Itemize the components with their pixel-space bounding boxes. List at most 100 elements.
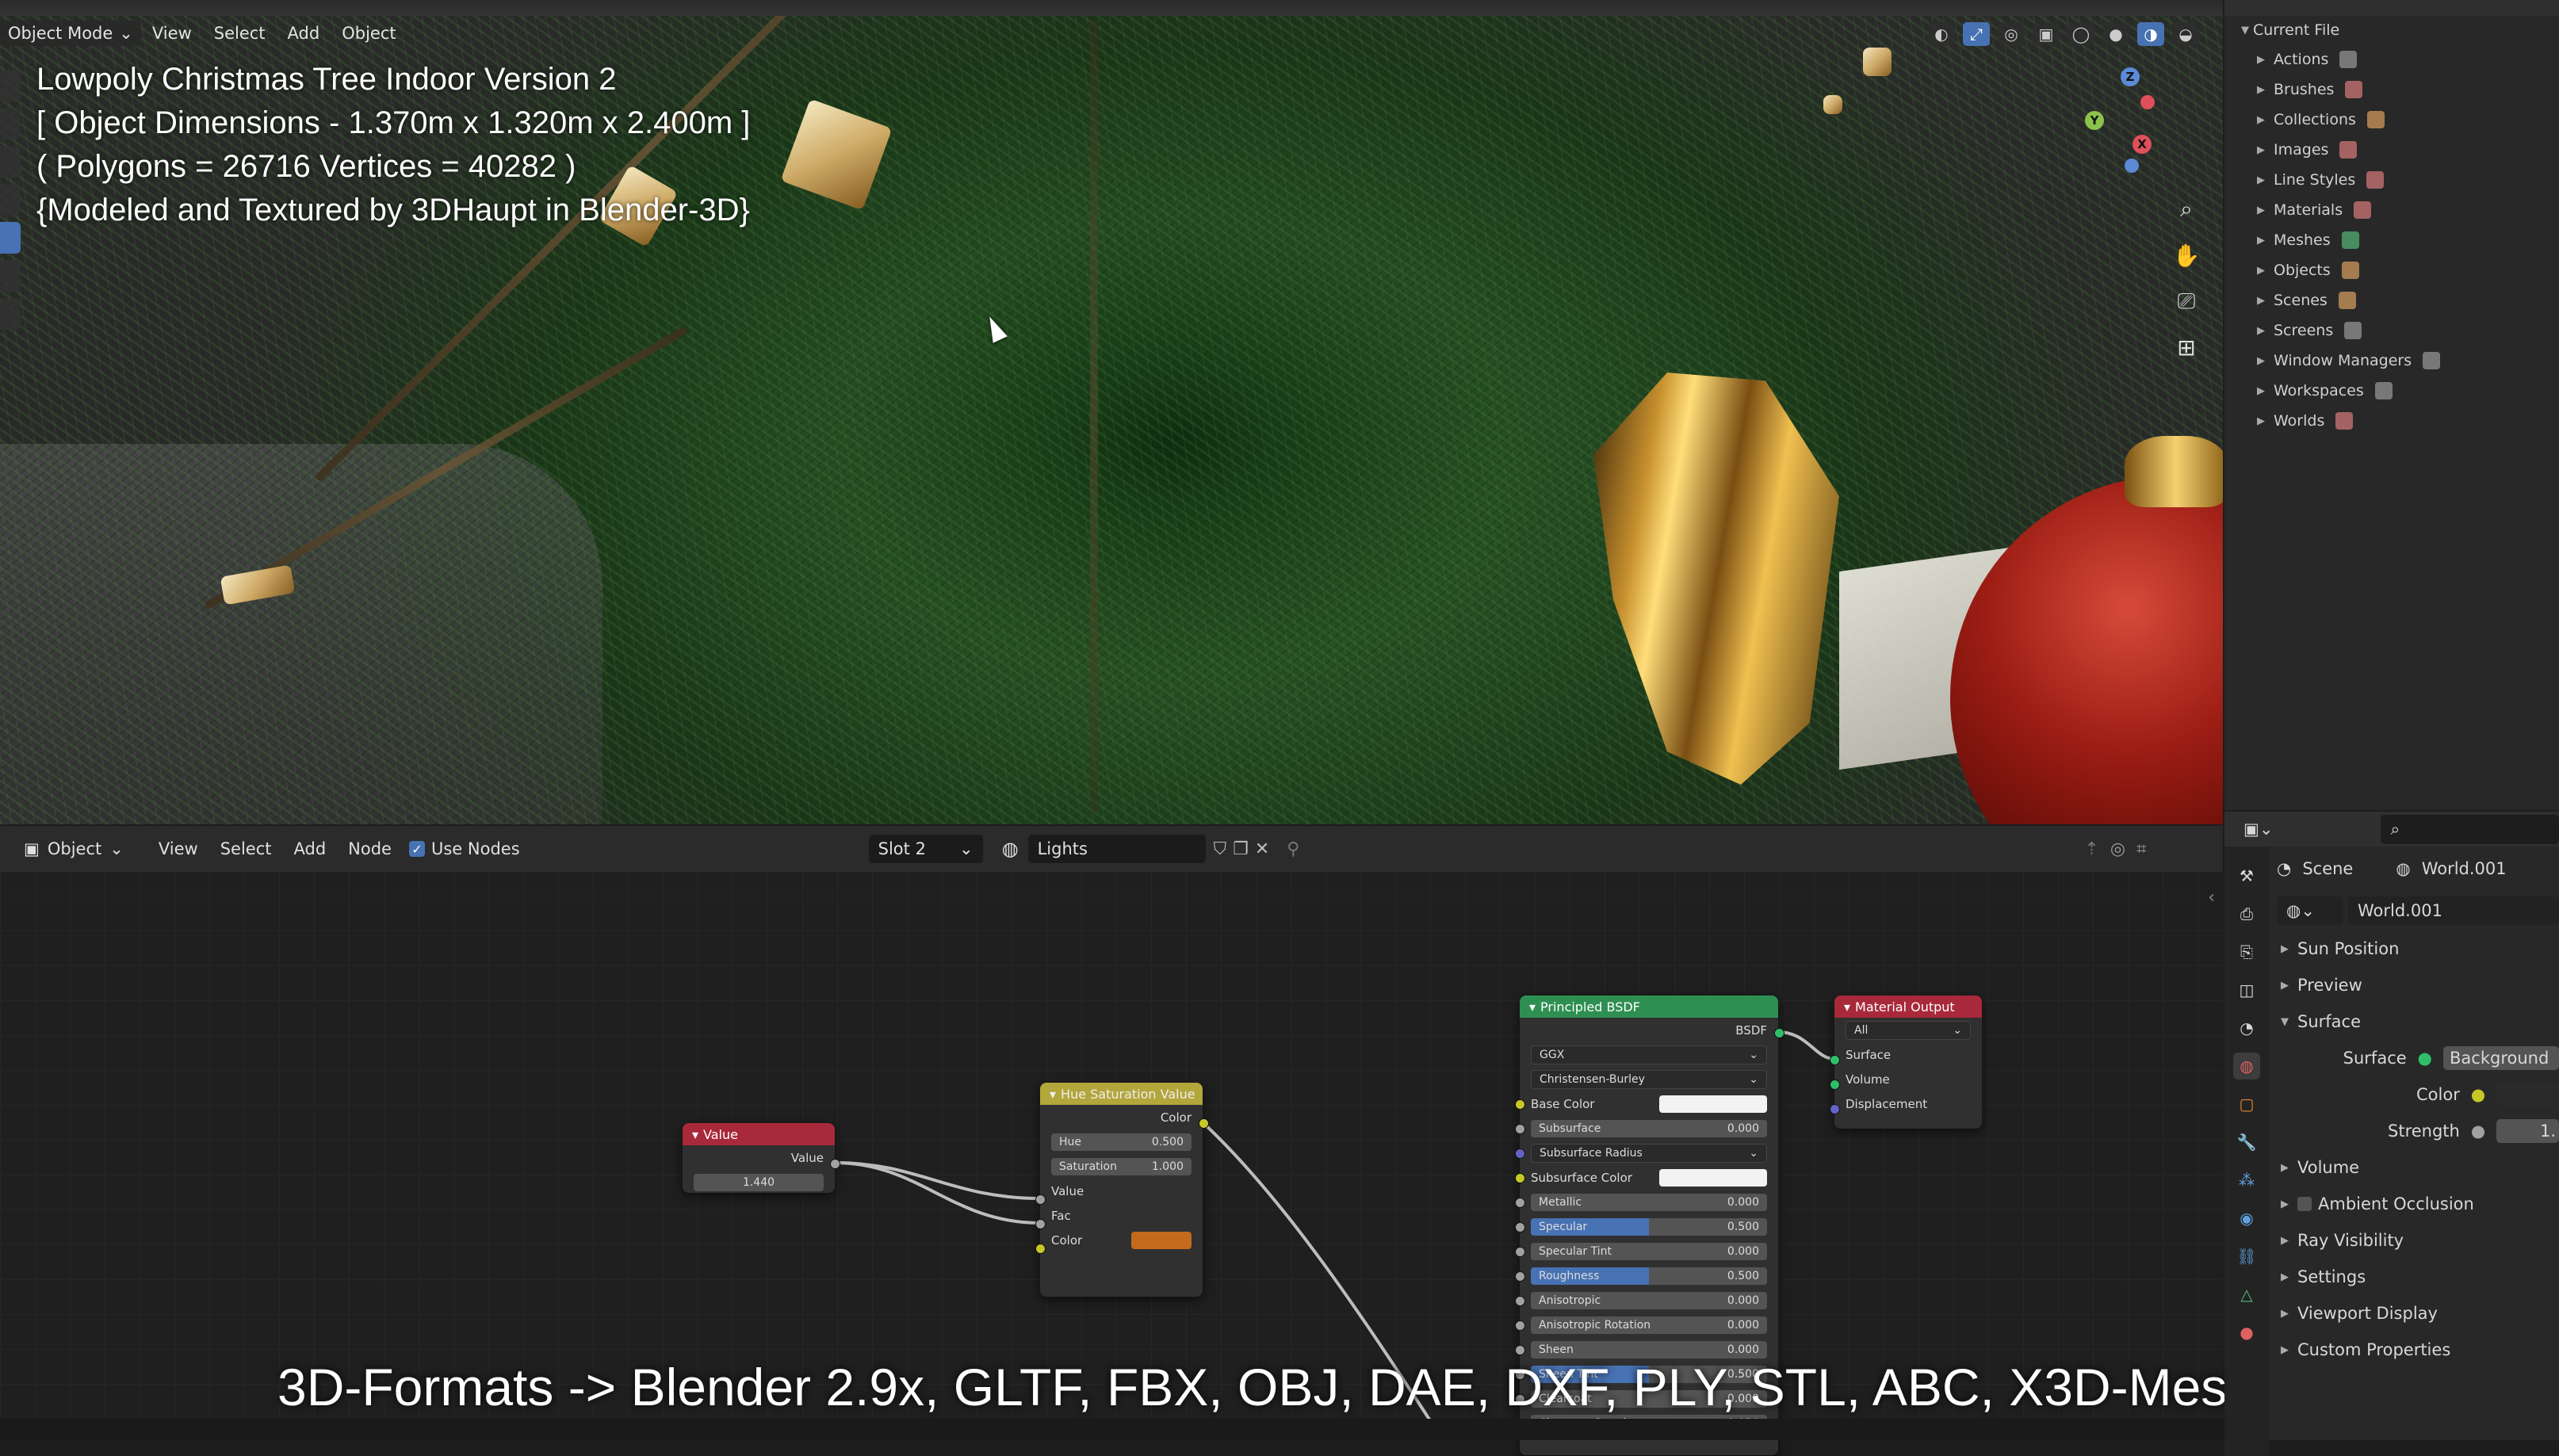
hsv-node-header[interactable]: ▾ Hue Saturation Value [1040,1083,1203,1105]
output-volume-socket[interactable] [1830,1080,1840,1090]
menu-add[interactable]: Add [277,21,331,46]
sheen-field[interactable]: Sheen 0.000 [1531,1340,1767,1359]
expand-right-icon[interactable]: ▶ [2253,355,2269,367]
gizmo-x-axis[interactable]: X [2132,135,2152,154]
hsv-color-swatch[interactable] [1131,1231,1192,1249]
modifier-tab-icon[interactable]: 🔧 [2233,1129,2260,1156]
solid-shading-icon[interactable]: ● [2102,22,2129,46]
object-tab-icon[interactable]: ▢ [2233,1091,2260,1118]
view-layer-tab-icon[interactable]: ◫ [2233,976,2260,1003]
value-node-header[interactable]: ▾ Value [683,1123,835,1145]
subsurface-method-dropdown[interactable]: Christensen-Burley ⌄ [1531,1069,1767,1089]
menu-object[interactable]: Object [331,21,407,46]
rotate-tool[interactable] [0,184,21,216]
expand-right-icon[interactable]: ▶ [2277,980,2293,992]
expand-right-icon[interactable]: ▶ [2253,415,2269,427]
anisotropic-rotation-socket[interactable] [1515,1320,1525,1331]
anisotropic-socket[interactable] [1515,1296,1525,1306]
anisotropic-rotation-field[interactable]: Anisotropic Rotation 0.000 [1531,1316,1767,1334]
panel-settings[interactable]: ▶ Settings [2277,1259,2559,1295]
world-browse-icon[interactable]: ◍⌄ [2277,896,2343,925]
scene-tab-icon[interactable]: ◔ [2233,1015,2260,1041]
expand-right-icon[interactable]: ▶ [2277,1308,2293,1320]
subsurface-color-socket[interactable] [1515,1173,1525,1183]
zoom-icon[interactable]: ⌕ [2171,195,2202,224]
output-target-dropdown[interactable]: All ⌄ [1846,1020,1971,1040]
roughness-socket[interactable] [1515,1271,1525,1282]
outliner-item-materials[interactable]: ▶ Materials [2224,195,2559,225]
rendered-shading-icon[interactable]: ◒ [2172,22,2199,46]
collapse-arrow-icon[interactable]: ▾ [1844,999,1850,1015]
pan-hand-icon[interactable]: ✋ [2171,241,2202,269]
strength-field[interactable]: 1. [2496,1119,2559,1143]
outliner-item-collections[interactable]: ▶ Collections [2224,105,2559,135]
expand-right-icon[interactable]: ▶ [2253,235,2269,246]
collapse-arrow-icon[interactable]: ▾ [692,1127,698,1142]
wireframe-shading-icon[interactable]: ◯ [2067,22,2094,46]
annotate-tool[interactable] [0,260,21,292]
measure-tool[interactable] [0,298,21,330]
expand-right-icon[interactable]: ▶ [2277,1162,2293,1174]
hue-saturation-value-node[interactable]: ▾ Hue Saturation Value Color Hue 0.500 S… [1040,1083,1203,1297]
panel-viewport-display[interactable]: ▶ Viewport Display [2277,1295,2559,1332]
move-tool[interactable] [0,146,21,178]
visibility-icon[interactable]: ◐ [1928,22,1955,46]
overlay-icon[interactable]: ◎ [1998,22,2025,46]
subsurface-socket[interactable] [1515,1124,1525,1134]
gizmo-toggle-icon[interactable]: ⤢ [1963,22,1990,46]
navigation-gizmo[interactable]: Z Y X [2085,67,2172,178]
tool-tab-icon[interactable]: ⚒ [2233,862,2260,889]
hsv-color-socket[interactable] [1035,1244,1046,1254]
outliner-item-screens[interactable]: ▶ Screens [2224,315,2559,346]
xray-icon[interactable]: ▣ [2033,22,2060,46]
expand-right-icon[interactable]: ▶ [2253,84,2269,96]
value-node[interactable]: ▾ Value Value 1.440 [683,1123,835,1193]
3d-viewport[interactable]: Object Mode ⌄ View Select Add Object Low… [0,0,2223,824]
expand-right-icon[interactable]: ▶ [2253,295,2269,307]
outliner-root[interactable]: ▼ Current File [2224,16,2559,44]
metallic-field[interactable]: Metallic 0.000 [1531,1193,1767,1211]
gizmo-neg-x[interactable] [2140,95,2155,109]
expand-right-icon[interactable]: ▶ [2253,54,2269,66]
expand-right-icon[interactable]: ▶ [2253,265,2269,277]
subsurface-radius-socket[interactable] [1515,1148,1525,1159]
shader-node-editor[interactable]: ▣ Object ⌄ View Select Add Node ✓ Use No… [0,826,2223,1455]
menu-view[interactable]: View [141,21,203,46]
expand-right-icon[interactable]: ▶ [2277,943,2293,955]
data-tab-icon[interactable]: △ [2233,1281,2260,1308]
saturation-field[interactable]: Saturation 1.000 [1051,1157,1192,1175]
bsdf-output-socket[interactable] [1774,1028,1784,1038]
expand-right-icon[interactable]: ▶ [2277,1271,2293,1283]
distribution-dropdown[interactable]: GGX ⌄ [1531,1045,1767,1064]
outliner-item-window-managers[interactable]: ▶ Window Managers [2224,346,2559,376]
collapse-arrow-icon[interactable]: ▾ [1529,999,1536,1015]
value-field[interactable]: 1.440 [694,1173,824,1191]
bsdf-node-header[interactable]: ▾ Principled BSDF [1520,996,1778,1018]
cursor-tool[interactable] [0,108,21,139]
properties-search-field[interactable]: ⌕ [2381,814,2559,844]
specular-socket[interactable] [1515,1222,1525,1232]
output-displacement-socket[interactable] [1830,1104,1840,1114]
sheen-socket[interactable] [1515,1345,1525,1355]
editor-type-icon[interactable]: ▣⌄ [2243,820,2273,839]
sidebar-toggle-icon[interactable]: ‹ [2208,888,2215,908]
panel-custom-properties[interactable]: ▶ Custom Properties [2277,1332,2559,1368]
subsurface-color-swatch[interactable] [1659,1168,1767,1187]
expand-right-icon[interactable]: ▶ [2277,1198,2293,1210]
gizmo-neg-z[interactable] [2125,159,2139,173]
expand-down-icon[interactable]: ▼ [2237,25,2253,36]
render-tab-icon[interactable]: ⎙ [2233,900,2260,927]
subsurface-radius-dropdown[interactable]: Subsurface Radius ⌄ [1531,1143,1767,1163]
base-color-swatch[interactable] [1659,1095,1767,1113]
expand-right-icon[interactable]: ▶ [2253,144,2269,156]
outliner-item-objects[interactable]: ▶ Objects [2224,255,2559,285]
output-surface-socket[interactable] [1830,1055,1840,1065]
hue-field[interactable]: Hue 0.500 [1051,1133,1192,1151]
panel-volume[interactable]: ▶ Volume [2277,1149,2559,1186]
expand-right-icon[interactable]: ▶ [2277,1235,2293,1247]
output-tab-icon[interactable]: ⎘ [2233,938,2260,965]
expand-right-icon[interactable]: ▶ [2253,174,2269,186]
outliner-item-line-styles[interactable]: ▶ Line Styles [2224,165,2559,195]
base-color-socket[interactable] [1515,1099,1525,1110]
mode-dropdown[interactable]: Object Mode ⌄ [0,21,141,46]
